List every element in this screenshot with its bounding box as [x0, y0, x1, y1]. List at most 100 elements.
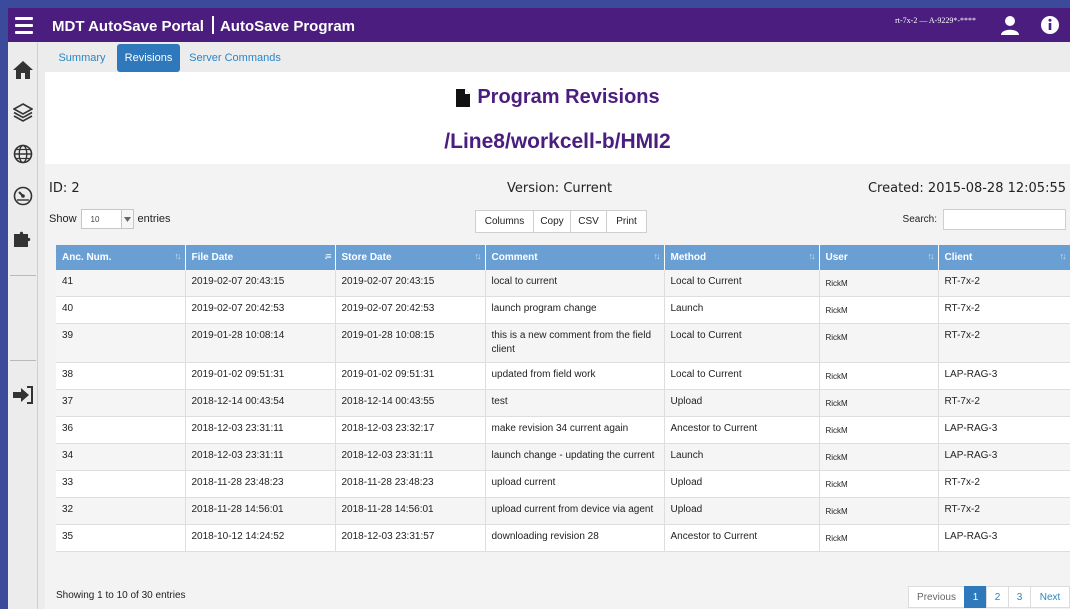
search-label: Search: — [902, 214, 937, 225]
sort-icon: ↑↓ — [174, 251, 182, 261]
entries-label: entries — [137, 213, 171, 225]
csv-button[interactable]: CSV — [570, 210, 607, 233]
globe-icon[interactable] — [11, 142, 35, 166]
cell-comment: test — [485, 389, 665, 417]
table-header-row: Anc. Num. ↑↓ File Date ↓≡ Store Date ↑↓ Com… — [56, 245, 1070, 270]
top-bar-right: rt-7x-2 — A-9229*-**** — [895, 8, 1070, 42]
document-icon — [456, 88, 471, 107]
columns-button[interactable]: Columns — [475, 210, 534, 233]
column-header-store-date[interactable]: Store Date ↑↓ — [335, 245, 486, 270]
cell-file-date: 2018-11-28 14:56:01 — [185, 497, 336, 525]
table-row[interactable]: 37 2018-12-14 00:43:54 2018-12-14 00:43:55… — [56, 389, 1070, 417]
copy-button[interactable]: Copy — [533, 210, 571, 233]
cell-file-date: 2018-12-14 00:43:54 — [185, 389, 336, 417]
page-size-control: Show 10 entries — [49, 209, 171, 229]
app-frame: MDT AutoSave Portal AutoSave Program rt-7… — [8, 8, 1070, 609]
column-header-client[interactable]: Client ↑↓ — [938, 245, 1070, 270]
show-label: Show — [49, 213, 77, 225]
cell-user: RickM — [819, 362, 939, 390]
sort-icon: ↑↓ — [927, 251, 935, 261]
info-icon[interactable] — [1030, 8, 1070, 42]
cell-comment: upload current from device via agent — [485, 497, 665, 525]
cell-anc-num: 35 — [56, 524, 186, 552]
next-page-button[interactable]: Next — [1030, 586, 1070, 608]
pagination: Previous 1 2 3 Next — [908, 586, 1070, 608]
previous-page-button[interactable]: Previous — [908, 586, 965, 608]
column-header-user[interactable]: User ↑↓ — [819, 245, 939, 270]
sidebar-divider — [10, 275, 36, 276]
cell-comment: make revision 34 current again — [485, 416, 665, 444]
cell-user: RickM — [819, 389, 939, 417]
cell-anc-num: 40 — [56, 296, 186, 324]
program-version: Version: Current — [507, 181, 613, 196]
main-content: Program Revisions /Line8/workcell-b/HMI2… — [45, 72, 1070, 609]
cell-store-date: 2018-12-03 23:31:57 — [335, 524, 486, 552]
cell-user: RickM — [819, 323, 939, 363]
table-row[interactable]: 34 2018-12-03 23:31:11 2018-12-03 23:31:11… — [56, 443, 1070, 471]
cell-anc-num: 36 — [56, 416, 186, 444]
cell-user: RickM — [819, 497, 939, 525]
cell-anc-num: 41 — [56, 270, 186, 297]
cell-client: RT-7x-2 — [938, 389, 1070, 417]
cell-file-date: 2018-12-03 23:31:11 — [185, 443, 336, 471]
cell-file-date: 2019-01-02 09:51:31 — [185, 362, 336, 390]
created-date: Created: 2015-08-28 12:05:55 — [867, 181, 1066, 196]
table-row[interactable]: 33 2018-11-28 23:48:23 2018-11-28 23:48:23… — [56, 470, 1070, 498]
page-button-2[interactable]: 2 — [986, 586, 1009, 608]
page-title-text: Program Revisions — [477, 86, 660, 108]
table-body: 41 2019-02-07 20:43:15 2019-02-07 20:43:15… — [56, 270, 1070, 552]
logout-icon[interactable] — [11, 383, 35, 407]
layers-icon[interactable] — [11, 100, 35, 124]
user-icon[interactable] — [990, 8, 1030, 42]
cell-file-date: 2018-11-28 23:48:23 — [185, 470, 336, 498]
cell-file-date: 2019-01-28 10:08:14 — [185, 323, 336, 363]
cell-file-date: 2018-10-12 14:24:52 — [185, 524, 336, 552]
app-title: MDT AutoSave Portal AutoSave Program — [52, 15, 355, 35]
page-size-value: 10 — [90, 214, 100, 224]
table-row[interactable]: 35 2018-10-12 14:24:52 2018-12-03 23:31:57… — [56, 524, 1070, 552]
cell-user: RickM — [819, 296, 939, 324]
tab-server-commands[interactable]: Server Commands — [185, 44, 285, 72]
cell-method: Ancestor to Current — [664, 416, 820, 444]
cell-user: RickM — [819, 443, 939, 471]
user-info: rt-7x-2 — A-9229*-**** — [895, 15, 976, 25]
table-row[interactable]: 41 2019-02-07 20:43:15 2019-02-07 20:43:15… — [56, 270, 1070, 297]
column-header-anc-num[interactable]: Anc. Num. ↑↓ — [56, 245, 186, 270]
app-name: MDT AutoSave Portal — [52, 17, 204, 35]
cell-store-date: 2018-12-03 23:31:11 — [335, 443, 486, 471]
cell-method: Upload — [664, 497, 820, 525]
table-row[interactable]: 32 2018-11-28 14:56:01 2018-11-28 14:56:01… — [56, 497, 1070, 525]
page-button-3[interactable]: 3 — [1008, 586, 1031, 608]
print-button[interactable]: Print — [606, 210, 647, 233]
column-header-comment[interactable]: Comment ↑↓ — [485, 245, 665, 270]
table-row[interactable]: 36 2018-12-03 23:31:11 2018-12-03 23:32:17… — [56, 416, 1070, 444]
search-input[interactable] — [943, 209, 1066, 230]
page-size-select[interactable]: 10 — [80, 209, 134, 229]
cell-anc-num: 32 — [56, 497, 186, 525]
cell-client: RT-7x-2 — [938, 270, 1070, 297]
gauge-icon[interactable] — [11, 184, 35, 208]
cell-store-date: 2019-02-07 20:42:53 — [335, 296, 486, 324]
tab-summary[interactable]: Summary — [50, 44, 114, 72]
cell-client: RT-7x-2 — [938, 497, 1070, 525]
cell-method: Local to Current — [664, 323, 820, 363]
column-header-file-date[interactable]: File Date ↓≡ — [185, 245, 336, 270]
cell-client: LAP-RAG-3 — [938, 443, 1070, 471]
cell-store-date: 2019-01-02 09:51:31 — [335, 362, 486, 390]
puzzle-icon[interactable] — [11, 226, 35, 250]
sort-icon: ↑↓ — [808, 251, 816, 261]
page-button-1[interactable]: 1 — [964, 586, 987, 608]
cell-comment: this is a new comment from the field cli… — [485, 323, 665, 363]
tab-revisions[interactable]: Revisions — [117, 44, 180, 72]
table-row[interactable]: 40 2019-02-07 20:42:53 2019-02-07 20:42:53… — [56, 296, 1070, 324]
cell-store-date: 2018-12-03 23:32:17 — [335, 416, 486, 444]
page-title: Program Revisions — [45, 86, 1070, 109]
chevron-down-icon — [120, 210, 133, 228]
home-icon[interactable] — [11, 58, 35, 82]
cell-store-date: 2018-11-28 14:56:01 — [335, 497, 486, 525]
table-row[interactable]: 38 2019-01-02 09:51:31 2019-01-02 09:51:31… — [56, 362, 1070, 390]
hamburger-icon[interactable] — [8, 8, 40, 42]
column-header-method[interactable]: Method ↑↓ — [664, 245, 820, 270]
table-row[interactable]: 39 2019-01-28 10:08:14 2019-01-28 10:08:15… — [56, 323, 1070, 363]
cell-user: RickM — [819, 524, 939, 552]
